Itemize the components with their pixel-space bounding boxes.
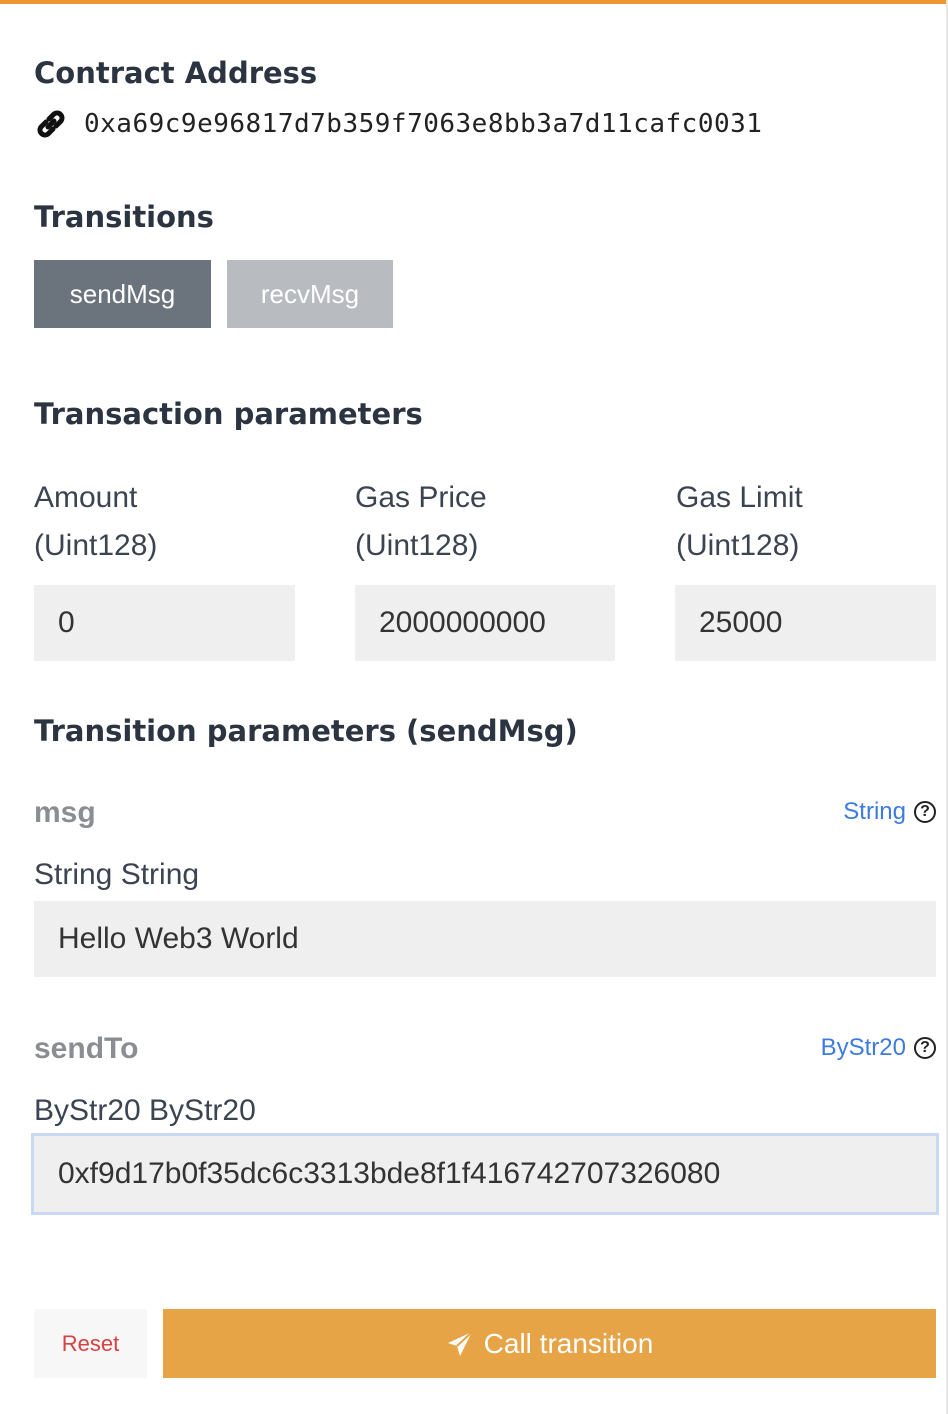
gas-price-input[interactable]: [355, 585, 615, 661]
transitions-heading: Transitions: [34, 200, 214, 234]
param-name-msg: msg: [34, 796, 96, 829]
gas-price-label-name: Gas Price: [355, 481, 487, 514]
transaction-parameters-heading: Transaction parameters: [34, 397, 423, 431]
transition-tab-sendmsg[interactable]: sendMsg: [34, 260, 211, 328]
paper-plane-icon: [447, 1330, 473, 1356]
help-icon[interactable]: ?: [914, 1037, 936, 1059]
gas-price-label: Gas Price (Uint128): [355, 474, 487, 570]
param-type-sendto-label[interactable]: ByStr20: [821, 1034, 906, 1062]
param-sublabel-msg: String String: [34, 858, 200, 891]
param-type-msg-label[interactable]: String: [843, 798, 906, 826]
param-sublabel-sendto: ByStr20 ByStr20: [34, 1094, 256, 1127]
amount-label-name: Amount: [34, 481, 138, 514]
gas-limit-label: Gas Limit (Uint128): [676, 474, 803, 570]
help-icon[interactable]: ?: [914, 801, 936, 823]
contract-address-heading: Contract Address: [34, 56, 318, 90]
gas-limit-input[interactable]: [675, 585, 936, 661]
gas-limit-label-type: (Uint128): [676, 529, 800, 562]
amount-input[interactable]: [34, 585, 295, 661]
msg-input[interactable]: [34, 901, 936, 977]
call-transition-label: Call transition: [483, 1327, 654, 1359]
top-accent-bar: [0, 0, 948, 4]
transition-tab-recvmsg[interactable]: recvMsg: [227, 260, 393, 328]
transition-parameters-heading: Transition parameters (sendMsg): [34, 714, 578, 748]
param-name-sendto: sendTo: [34, 1032, 139, 1065]
link-icon[interactable]: [34, 107, 68, 141]
call-transition-button[interactable]: Call transition: [163, 1309, 936, 1378]
gas-price-label-type: (Uint128): [355, 529, 479, 562]
amount-label-type: (Uint128): [34, 529, 158, 562]
gas-limit-label-name: Gas Limit: [676, 481, 803, 514]
param-type-msg[interactable]: String ?: [843, 798, 936, 826]
param-type-sendto[interactable]: ByStr20 ?: [821, 1034, 936, 1062]
contract-address-row: 0xa69c9e96817d7b359f7063e8bb3a7d11cafc00…: [34, 104, 762, 144]
reset-button[interactable]: Reset: [34, 1309, 147, 1378]
sendto-input[interactable]: [31, 1133, 939, 1215]
amount-label: Amount (Uint128): [34, 474, 157, 570]
contract-address-value: 0xa69c9e96817d7b359f7063e8bb3a7d11cafc00…: [84, 109, 763, 139]
